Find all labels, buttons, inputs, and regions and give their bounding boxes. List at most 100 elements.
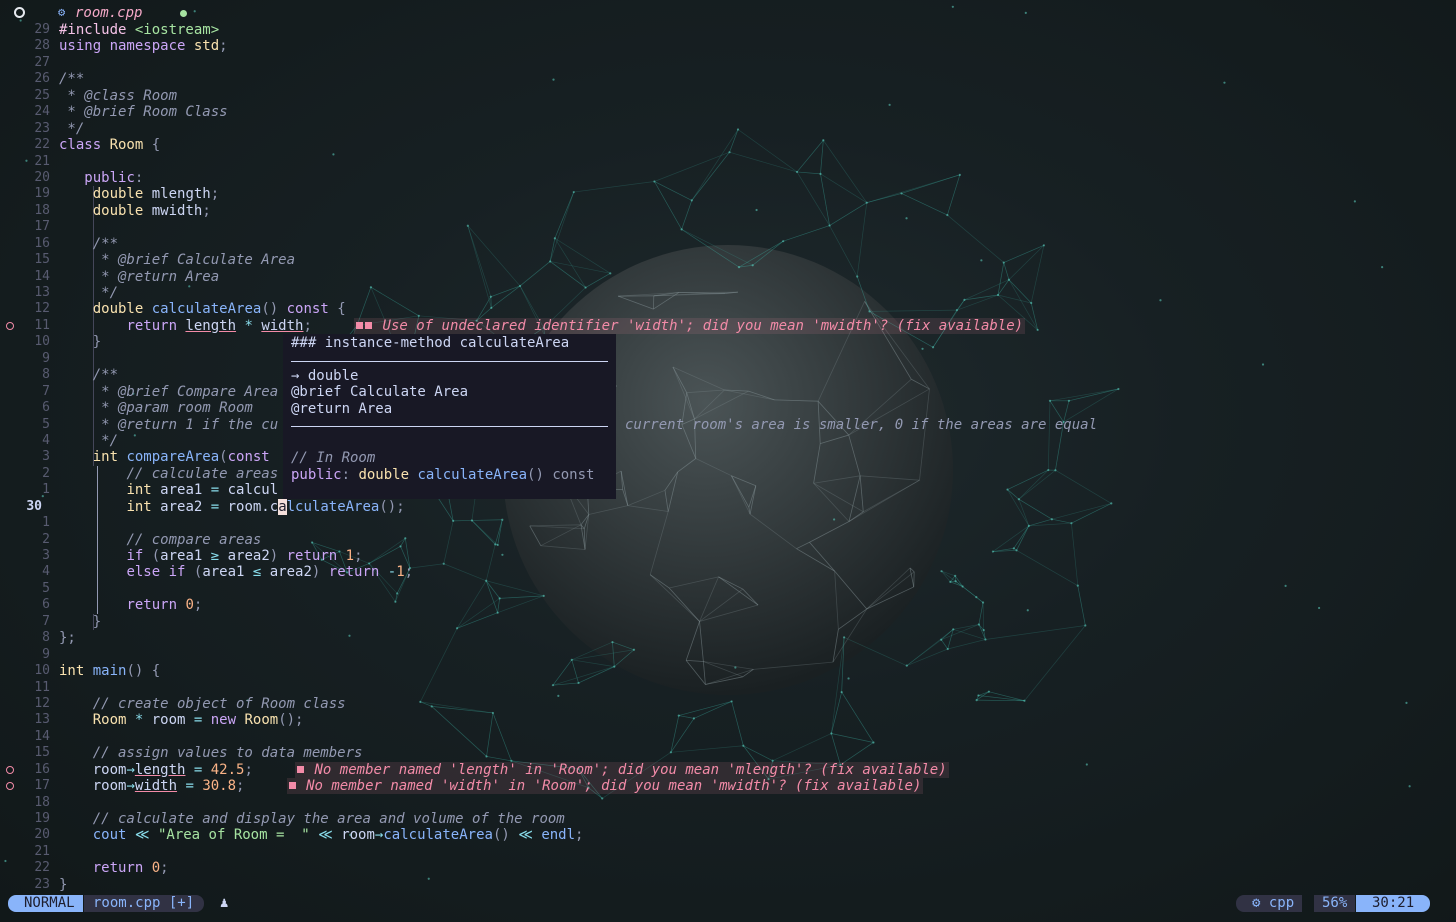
code-text[interactable]: return 0; — [59, 597, 202, 613]
code-text[interactable]: */ — [59, 433, 118, 449]
code-text[interactable]: class Room { — [59, 137, 160, 153]
code-line[interactable]: 25 * @class Room — [0, 88, 1456, 104]
code-line[interactable]: 22 class Room { — [0, 137, 1456, 153]
tab-filename[interactable]: room.cpp — [75, 5, 142, 21]
code-line[interactable]: 1 int area1 = calcul — [0, 482, 1456, 499]
code-line[interactable]: 12 // create object of Room class — [0, 696, 1456, 712]
code-line[interactable]: 29 #include <iostream> — [0, 22, 1456, 38]
code-line[interactable]: 9 — [0, 647, 1456, 663]
code-text[interactable]: int compareArea(const — [59, 449, 270, 465]
code-line[interactable]: 17 room→width = 30.8; No member named 'w… — [0, 778, 1456, 795]
code-text[interactable]: // assign values to data members — [59, 745, 363, 761]
code-line[interactable]: 5 — [0, 580, 1456, 598]
code-line[interactable]: 20 cout ≪ "Area of Room = " ≪ room→calcu… — [0, 827, 1456, 843]
code-line[interactable]: 10 int main() { — [0, 663, 1456, 679]
code-text[interactable]: room→length = 42.5; No member named 'len… — [59, 761, 949, 778]
code-line[interactable]: 5 * @return 1 if the cu current room's ar… — [0, 416, 1456, 433]
code-line[interactable]: 22 return 0; — [0, 860, 1456, 876]
code-text[interactable]: /** — [59, 71, 84, 87]
code-line[interactable]: 21 — [0, 154, 1456, 170]
code-line[interactable]: 15 // assign values to data members — [0, 745, 1456, 761]
code-text[interactable]: return 0; — [59, 860, 169, 876]
code-line[interactable]: 11 return length * width; Use of undecla… — [0, 317, 1456, 335]
code-text[interactable]: * @brief Calculate Area — [59, 252, 295, 268]
tab-close-icon[interactable] — [14, 7, 25, 18]
code-line[interactable]: 4 else if (area1 ≤ area2) return -1; — [0, 564, 1456, 581]
code-line[interactable]: 28 using namespace std; — [0, 38, 1456, 54]
code-text[interactable]: int area2 = room.calculateArea(); — [59, 498, 405, 515]
code-text[interactable]: } — [59, 877, 67, 893]
code-text[interactable]: /** — [59, 367, 118, 383]
code-line[interactable]: 6 return 0; — [0, 597, 1456, 614]
code-text[interactable]: * @brief Compare Area — [59, 384, 278, 400]
code-line[interactable]: 15 * @brief Calculate Area — [0, 252, 1456, 269]
code-text[interactable]: } — [59, 614, 101, 630]
code-line[interactable]: 27 — [0, 55, 1456, 71]
code-text[interactable]: * @class Room — [59, 88, 177, 104]
code-line[interactable]: 30 int area2 = room.calculateArea(); — [0, 498, 1456, 516]
code-text[interactable]: using namespace std; — [59, 38, 228, 54]
code-text[interactable]: // create object of Room class — [59, 696, 346, 712]
code-line[interactable]: 2 // calculate areas — [0, 465, 1456, 483]
code-line[interactable]: 14 * @return Area — [0, 268, 1456, 285]
code-line[interactable]: 23} — [0, 877, 1456, 893]
code-text[interactable]: /** — [59, 236, 118, 252]
tabline[interactable]: ⚙ room.cpp — [0, 4, 1456, 24]
code-text[interactable]: * @return Area — [59, 269, 219, 285]
code-line[interactable]: 10 } — [0, 334, 1456, 351]
code-text[interactable]: if (area1 ≥ area2) return 1; — [59, 548, 362, 564]
code-line[interactable]: 8 /** — [0, 367, 1456, 384]
code-line[interactable]: 7 * @brief Compare Area — [0, 383, 1456, 401]
code-text[interactable]: */ — [59, 285, 118, 301]
code-line[interactable]: 6 * @param room Room — [0, 400, 1456, 417]
code-line[interactable]: 17 — [0, 219, 1456, 236]
code-text[interactable]: else if (area1 ≤ area2) return -1; — [59, 564, 413, 580]
code-text[interactable]: int main() { — [59, 663, 160, 679]
code-editor[interactable]: 29 #include <iostream> 28 using namespace s… — [0, 22, 1456, 893]
code-text[interactable]: }; — [59, 630, 76, 646]
code-line[interactable]: 13 Room * room = new Room(); — [0, 712, 1456, 728]
code-line[interactable]: 18 double mwidth; — [0, 202, 1456, 220]
code-text[interactable]: * @brief Room Class — [59, 104, 227, 120]
code-text[interactable]: double calculateArea() const { — [59, 301, 346, 317]
code-line[interactable]: 23 */ — [0, 121, 1456, 137]
code-line[interactable]: 11 — [0, 680, 1456, 696]
code-line[interactable]: 14 — [0, 729, 1456, 745]
code-text[interactable]: * @return 1 if the cu — [59, 417, 278, 433]
code-line[interactable]: 18 — [0, 795, 1456, 811]
code-text[interactable]: int area1 = calcul — [59, 482, 278, 498]
code-line[interactable]: 20 public: — [0, 170, 1456, 186]
code-line[interactable]: 13 */ — [0, 285, 1456, 302]
code-text[interactable]: #include <iostream> — [59, 22, 219, 38]
code-text[interactable]: public: — [59, 170, 143, 186]
code-line[interactable]: 21 — [0, 844, 1456, 860]
code-text[interactable]: // compare areas — [59, 532, 261, 548]
code-line[interactable]: 7 } — [0, 613, 1456, 631]
code-line[interactable]: 8}; — [0, 630, 1456, 646]
code-text[interactable]: double mlength; — [59, 186, 219, 202]
code-text[interactable]: double mwidth; — [59, 203, 211, 219]
code-text[interactable]: Room * room = new Room(); — [59, 712, 304, 728]
code-text[interactable]: * @param room Room — [59, 400, 253, 416]
code-text[interactable]: cout ≪ "Area of Room = " ≪ room→calculat… — [59, 827, 584, 843]
code-line[interactable]: 24 * @brief Room Class — [0, 104, 1456, 120]
line-number: 26 — [34, 71, 50, 87]
code-line[interactable]: 19 double mlength; — [0, 186, 1456, 203]
code-text[interactable]: // calculate areas — [59, 466, 278, 482]
code-text[interactable]: return length * width; Use of undeclared… — [59, 317, 1026, 334]
code-line[interactable]: 1 — [0, 515, 1456, 532]
code-line[interactable]: 12 double calculateArea() const { — [0, 301, 1456, 318]
code-text[interactable]: */ — [59, 121, 84, 137]
code-line[interactable]: 3 int compareArea(const — [0, 449, 1456, 466]
code-line[interactable]: 2 // compare areas — [0, 531, 1456, 548]
code-line[interactable]: 4 */ — [0, 432, 1456, 450]
code-line[interactable]: 3 if (area1 ≥ area2) return 1; — [0, 548, 1456, 565]
code-line[interactable]: 16 room→length = 42.5; No member named '… — [0, 761, 1456, 778]
code-text[interactable]: } — [59, 334, 101, 350]
code-line[interactable]: 16 /** — [0, 235, 1456, 253]
code-text[interactable]: room→width = 30.8; No member named 'widt… — [59, 778, 924, 795]
code-line[interactable]: 26 /** — [0, 71, 1456, 87]
code-line[interactable]: 9 — [0, 350, 1456, 368]
code-text[interactable]: // calculate and display the area and vo… — [59, 811, 565, 827]
code-line[interactable]: 19 // calculate and display the area and… — [0, 811, 1456, 827]
